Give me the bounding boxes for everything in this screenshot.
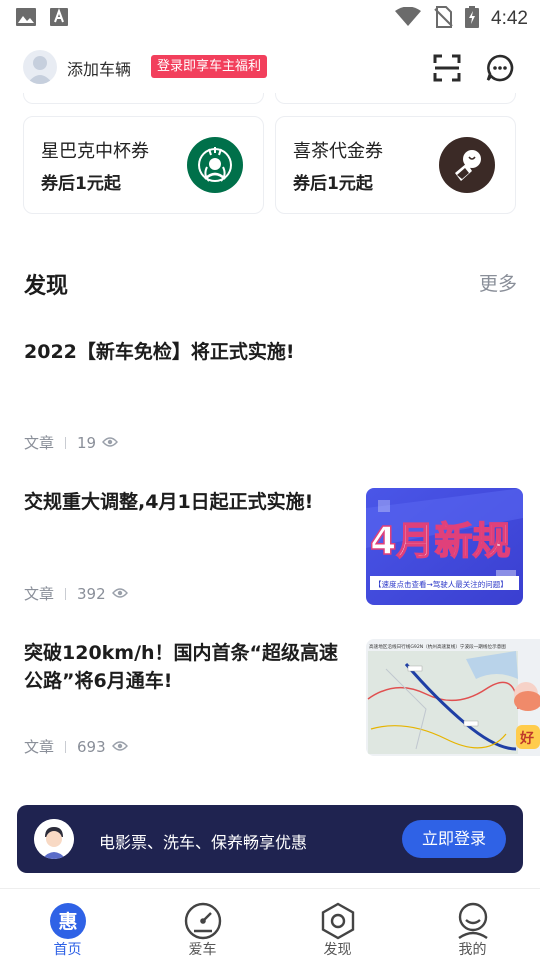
login-button[interactable]: 立即登录 — [402, 820, 506, 858]
article-title: 突破120km/h！国内首条“超级高速 公路”将6月通车! — [24, 639, 338, 695]
eye-icon — [102, 434, 119, 452]
nav-item-car[interactable]: 爱车 — [135, 889, 270, 960]
nav-item-discover[interactable]: 发现 — [270, 889, 405, 960]
coupon-card-partial[interactable] — [23, 93, 264, 104]
article-type: 文章 — [24, 738, 55, 756]
status-time: 4:42 — [491, 8, 528, 29]
article-views: 693 — [77, 737, 106, 756]
discover-more-link[interactable]: 更多 — [479, 269, 517, 296]
article-meta: 文章 19 — [24, 432, 119, 453]
coupon-subtitle: 券后1元起 — [293, 174, 373, 194]
discover-section-title: 发现 — [24, 274, 69, 299]
banner-avatar-icon — [34, 819, 74, 859]
home-hui-icon: 惠 — [48, 901, 88, 941]
divider — [65, 587, 67, 600]
starbucks-logo-icon — [187, 137, 243, 193]
thumb-headline: 4月新规 — [370, 519, 510, 563]
avatar-icon[interactable] — [23, 50, 57, 84]
scan-icon[interactable] — [433, 54, 461, 82]
thumb-sticker: 好 — [519, 730, 534, 747]
header: 添加车辆 登录即享车主福利 — [0, 44, 540, 92]
heytea-logo-icon — [439, 137, 495, 193]
nav-label: 首页 — [53, 942, 82, 958]
promo-badge[interactable]: 登录即享车主福利 — [151, 55, 268, 78]
article-thumbnail[interactable]: 4月新规 【速度点击查看→驾驶人最关注的问题】 — [366, 488, 523, 605]
eye-icon — [111, 585, 128, 603]
coupon-subtitle: 券后1元起 — [41, 174, 121, 194]
eye-icon — [111, 738, 128, 756]
article-type: 文章 — [24, 434, 55, 452]
article-title: 2022【新车免检】将正式实施! — [24, 341, 295, 363]
profile-icon — [453, 901, 493, 941]
nav-item-profile[interactable]: 我的 — [405, 889, 540, 960]
wifi-icon — [395, 6, 422, 31]
coupon-title: 喜茶代金券 — [293, 141, 383, 162]
divider — [65, 436, 67, 449]
home-icon-char: 惠 — [58, 911, 77, 933]
status-bar: 4:42 — [0, 0, 540, 36]
article-title: 交规重大调整,4月1日起正式实施! — [24, 491, 314, 513]
nav-item-home[interactable]: 惠 首页 — [0, 889, 135, 960]
article-title-line2: 公路”将6月通车! — [24, 670, 173, 692]
battery-charging-icon — [465, 6, 480, 32]
coupon-title: 星巴克中杯券 — [41, 141, 149, 162]
thumb-caption: 【速度点击查看→驾驶人最关注的问题】 — [374, 579, 508, 589]
banner-text: 电影票、洗车、保养畅享优惠 — [99, 833, 308, 852]
bottom-nav: 惠 首页 爱车 发现 我的 — [0, 888, 540, 960]
coupon-card-starbucks[interactable]: 星巴克中杯券 券后1元起 — [23, 116, 264, 214]
article-type: 文章 — [24, 585, 55, 603]
add-vehicle-link[interactable]: 添加车辆 — [67, 56, 131, 80]
nav-label: 发现 — [323, 942, 352, 958]
no-sim-icon — [433, 6, 453, 32]
article-item[interactable]: 2022【新车免检】将正式实施! 文章 19 — [0, 338, 540, 458]
article-views: 19 — [77, 433, 97, 452]
article-meta: 文章 693 — [24, 736, 128, 757]
coupon-card-heytea[interactable]: 喜茶代金券 券后1元起 — [275, 116, 516, 214]
login-banner[interactable]: 电影票、洗车、保养畅享优惠 立即登录 — [17, 805, 523, 873]
coupon-card-partial[interactable] — [275, 93, 516, 104]
map-caption: 高速地区沿线日行线G92N（杭州高速复线）宁波段一期线位示意图 — [369, 643, 506, 650]
nav-label: 爱车 — [188, 942, 217, 958]
speedometer-icon — [183, 901, 223, 941]
article-title-line1: 突破120km/h！国内首条“超级高速 — [24, 642, 339, 664]
image-icon — [16, 8, 36, 30]
nav-label: 我的 — [458, 942, 487, 958]
discover-hexagon-icon — [318, 901, 358, 941]
divider — [65, 740, 67, 753]
article-views: 392 — [77, 584, 106, 603]
article-thumbnail[interactable]: 高速地区沿线日行线G92N（杭州高速复线）宁波段一期线位示意图 好 — [366, 639, 540, 756]
article-item[interactable]: 突破120km/h！国内首条“超级高速 公路”将6月通车! 文章 693 高速地… — [0, 639, 540, 759]
message-icon[interactable] — [485, 53, 515, 83]
article-meta: 文章 392 — [24, 583, 128, 604]
font-icon — [50, 8, 68, 30]
article-item[interactable]: 交规重大调整,4月1日起正式实施! 文章 392 4月新规 【速度点击查看→驾驶… — [0, 488, 540, 608]
